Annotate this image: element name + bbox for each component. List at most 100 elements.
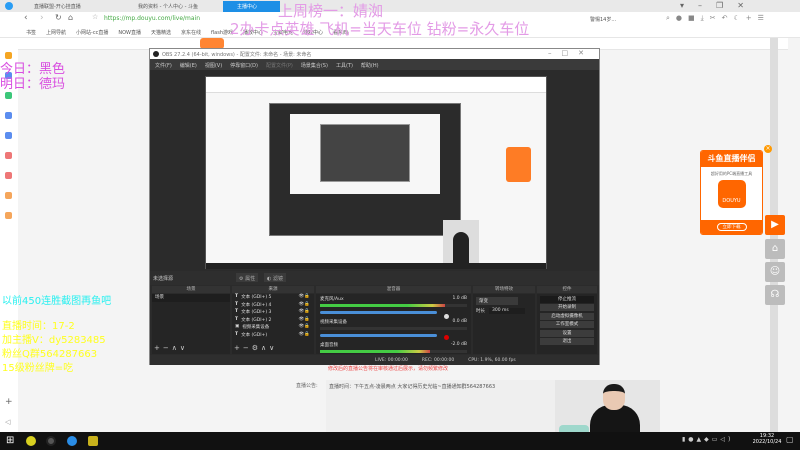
- preview-nested-screen: [290, 114, 440, 194]
- menu-scene-collection[interactable]: 场景集合(S): [301, 62, 328, 70]
- muted-speaker-icon[interactable]: [444, 335, 449, 340]
- obs-preview[interactable]: [205, 76, 547, 269]
- taskbar-obs-icon[interactable]: [46, 436, 56, 446]
- url-input[interactable]: https://mp.douyu.com/live/main: [104, 15, 200, 22]
- promo-title: 斗鱼直播伴侣: [701, 151, 762, 167]
- clock[interactable]: 19:32 2022/10/24: [752, 433, 782, 445]
- preview-nested-obs: [269, 103, 461, 236]
- window-controls[interactable]: ▾–❐✕: [680, 1, 758, 10]
- sidebar-app-icon[interactable]: [5, 172, 12, 179]
- robot-icon[interactable]: ☺: [765, 262, 785, 282]
- scenes-dock: 场景 +−∧∨: [152, 294, 230, 354]
- mixer-channel: 麦克风/Aux 1.0 dB: [320, 296, 467, 302]
- source-actions[interactable]: +−⚙∧∨: [234, 344, 277, 352]
- sidebar-app-icon[interactable]: [5, 132, 12, 139]
- browser-tab-bar: 直播联盟-开心挂直播 我的资料 - 个人中心 - 斗鱼 主播中心 ▾–❐✕: [0, 0, 800, 12]
- yellow-overlay: 直播时间：17-2 加主播V：dy5283485 粉丝Q群564287663 1…: [2, 320, 106, 376]
- scene-item[interactable]: 场景: [152, 294, 230, 302]
- sidebar-app-icon[interactable]: [5, 112, 12, 119]
- transitions-dock-header: 转场特效: [473, 286, 535, 293]
- scenes-dock-header: 场景: [152, 286, 230, 293]
- menu-view[interactable]: 视图(V): [205, 62, 222, 70]
- bookmark[interactable]: 京东在线: [181, 29, 201, 37]
- volume-slider[interactable]: [320, 334, 437, 337]
- yellow-line: 直播时间：17-2: [2, 321, 75, 332]
- bookmark[interactable]: 书签: [26, 29, 36, 37]
- bookmark[interactable]: 小网站-cc直播: [76, 29, 108, 37]
- bookmark[interactable]: NOW直播: [118, 29, 141, 37]
- source-item[interactable]: T 文本 (GDI+) 4 👁🔒: [232, 302, 314, 310]
- system-tray[interactable]: ▮●▲◆▭◁): [682, 436, 733, 443]
- sidebar-app-icon[interactable]: [5, 152, 12, 159]
- reload-icon[interactable]: ↻: [55, 13, 62, 22]
- page-scrollbar[interactable]: [770, 38, 778, 432]
- filters-label: 滤镜: [272, 276, 283, 282]
- obs-status-bar: LIVE: 00:00:00 REC: 00:00:00 CPU: 1.9%, …: [150, 355, 599, 365]
- properties-label: 属性: [245, 276, 256, 282]
- bookmark[interactable]: 天猫精选: [151, 29, 171, 37]
- source-item[interactable]: T 文本 (GDI+) 5 👁🔒: [232, 294, 314, 302]
- back-icon[interactable]: ‹: [24, 13, 28, 23]
- taskbar-app-icon[interactable]: [26, 436, 36, 446]
- menu-tools[interactable]: 工具(T): [336, 62, 353, 70]
- sidebar-search-icon[interactable]: [5, 192, 12, 199]
- exit-button[interactable]: 退出: [540, 338, 594, 345]
- source-item[interactable]: T 文本 (GDI+) 3 👁🔒: [232, 309, 314, 317]
- rec-status: REC: 00:00:00: [421, 358, 455, 363]
- close-icon[interactable]: ×: [764, 145, 772, 153]
- collapse-icon[interactable]: ◁: [5, 418, 10, 426]
- star-icon[interactable]: ☆: [92, 13, 98, 21]
- sidebar-wechat-icon[interactable]: [5, 92, 12, 99]
- start-recording-button[interactable]: 开始录制: [540, 304, 594, 311]
- obs-window: OBS 27.2.4 (64-bit, windows) - 配置文件: 未命名…: [149, 48, 600, 365]
- duration-input[interactable]: 300 ms: [489, 308, 525, 314]
- home-icon[interactable]: ⌂: [765, 239, 785, 259]
- properties-button[interactable]: ⚙ 属性: [236, 273, 259, 282]
- studio-mode-button[interactable]: 工作室模式: [540, 321, 594, 328]
- tab-live-alliance[interactable]: 直播联盟-开心挂直播: [20, 1, 120, 12]
- toolbar-icons[interactable]: ⌕●■⤓✂↶☾+☰: [666, 14, 770, 23]
- menu-help[interactable]: 帮助(H): [361, 62, 379, 70]
- stop-streaming-button[interactable]: 停止推流: [540, 295, 594, 303]
- mixer-channel: 桌面音频 -2.0 dB: [320, 342, 467, 348]
- download-button[interactable]: 立即下载: [716, 223, 747, 231]
- announce-label: 直播公告:: [296, 383, 318, 389]
- tab-profile[interactable]: 我的资料 - 个人中心 - 斗鱼: [124, 1, 222, 12]
- controls-dock: 停止推流 开始录制 启动虚拟摄像机 工作室模式 设置 退出: [537, 294, 597, 354]
- source-label: 文本 (GDI+) 3: [241, 310, 272, 315]
- menu-edit[interactable]: 编辑(E): [180, 62, 197, 70]
- search-hint[interactable]: 警惕14岁...: [590, 16, 616, 23]
- obs-title: OBS 27.2.4 (64-bit, windows) - 配置文件: 未命名…: [162, 52, 312, 58]
- headset-icon[interactable]: ☊: [765, 285, 785, 305]
- taskbar-browser-icon[interactable]: [67, 436, 77, 446]
- douyu-app-icon: DOUYU: [717, 180, 746, 208]
- scene-actions[interactable]: +−∧∨: [154, 344, 188, 352]
- tab-streamer-center[interactable]: 主播中心: [223, 1, 280, 12]
- notification-icon[interactable]: ▢: [786, 435, 794, 444]
- source-item[interactable]: T 文本 (GDI+) 2 👁🔒: [232, 317, 314, 325]
- speaker-icon[interactable]: [444, 314, 449, 319]
- source-item[interactable]: ▣ 视频采集设备 👁🔒: [232, 324, 314, 332]
- sidebar-app-icon[interactable]: [5, 212, 12, 219]
- menu-docks[interactable]: 停靠窗口(D): [230, 62, 258, 70]
- forward-icon[interactable]: ›: [40, 13, 44, 23]
- filters-button[interactable]: ◐ 滤镜: [264, 273, 286, 282]
- volume-slider[interactable]: [320, 311, 437, 314]
- taskbar-app-icon[interactable]: [88, 436, 98, 446]
- announce-textarea[interactable]: 直播时间：下午五点-凌晨两点 大家记得历史光临~直播通知群564287663: [326, 380, 556, 432]
- menu-file[interactable]: 文件(F): [155, 62, 172, 70]
- preview-promo: [506, 147, 531, 182]
- add-icon[interactable]: +: [5, 397, 13, 407]
- transition-select[interactable]: 渐变: [476, 297, 518, 305]
- home-icon[interactable]: ⌂: [68, 13, 73, 22]
- live-play-icon[interactable]: ▶: [765, 215, 785, 235]
- virtual-camera-button[interactable]: 启动虚拟摄像机: [540, 312, 594, 320]
- windows-start-icon[interactable]: ⊞: [6, 435, 14, 446]
- bookmark[interactable]: 上网导航: [46, 29, 66, 37]
- scene-label: 场景: [155, 295, 164, 300]
- menu-profile[interactable]: 配置文件(P): [266, 62, 293, 70]
- preview-browser-chrome: [206, 77, 546, 93]
- source-item[interactable]: T 文本 (GDI+) 👁🔒: [232, 332, 314, 340]
- obs-window-controls[interactable]: –□✕: [548, 49, 594, 57]
- settings-button[interactable]: 设置: [540, 329, 594, 337]
